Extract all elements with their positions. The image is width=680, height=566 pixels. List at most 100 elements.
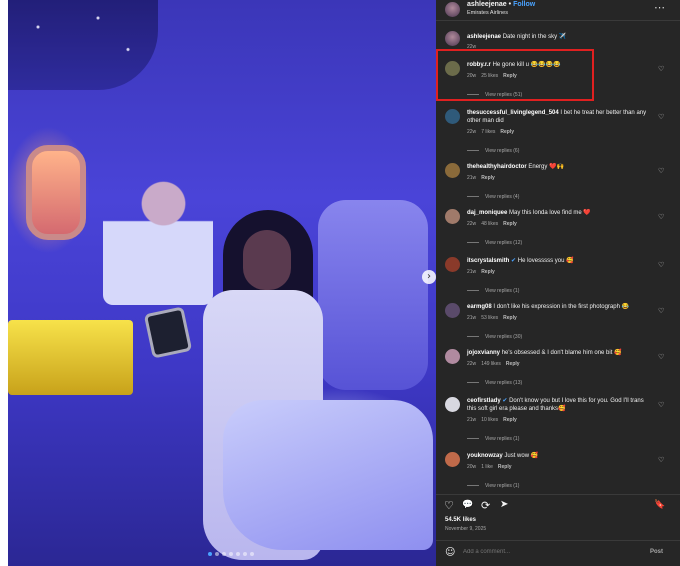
commenter-username[interactable]: jojoxvianny — [467, 350, 500, 356]
caption-avatar[interactable] — [445, 31, 460, 46]
carousel-dot — [236, 552, 240, 556]
carousel-dot — [250, 552, 254, 556]
comment-meta: 22w 48 likes Reply — [467, 221, 522, 227]
separator-dot: • — [508, 1, 512, 8]
carousel-dot — [243, 552, 247, 556]
commenter-avatar[interactable] — [445, 163, 460, 178]
caption-username[interactable]: ashleejenae — [467, 34, 501, 40]
commenter-username[interactable]: thesuccessful_livinglegend_504 — [467, 110, 559, 116]
reply-button[interactable]: Reply — [506, 361, 520, 367]
caption-body: Date night in the sky ✈️ — [502, 34, 567, 40]
carousel-dot — [222, 552, 226, 556]
commenter-avatar[interactable] — [445, 397, 460, 412]
comment-text: thehealthyhairdoctor Energy ❤️🙌 — [467, 163, 652, 171]
commenter-avatar[interactable] — [445, 257, 460, 272]
commenter-avatar[interactable] — [445, 452, 460, 467]
comment-like-icon[interactable]: ♡ — [658, 113, 664, 121]
commenter-username[interactable]: ceofirstlady — [467, 398, 501, 404]
reply-button[interactable]: Reply — [503, 315, 517, 321]
comment-text: jojoxvianny he's obsessed & I don't blam… — [467, 349, 652, 357]
share-icon[interactable]: ➤ — [500, 499, 508, 510]
pillow — [223, 400, 433, 550]
comment-age: 21w — [467, 175, 477, 181]
view-replies-label: View replies (12) — [485, 240, 523, 246]
commenter-username[interactable]: itscrystalsmith — [467, 258, 509, 264]
verified-badge-icon: ✔ — [511, 257, 517, 264]
post-date: November 9, 2025 — [445, 526, 487, 532]
carousel-next-icon[interactable]: › — [422, 270, 436, 284]
commenter-username[interactable]: youknowzay — [467, 453, 503, 459]
view-replies-label: View replies (1) — [485, 436, 520, 442]
comment-age: 21w — [467, 269, 477, 275]
add-comment-input[interactable] — [463, 549, 633, 555]
author-username[interactable]: ashleejenae — [467, 1, 507, 8]
comment-body: May this londa love find me ❤️ — [509, 210, 591, 216]
comment-text: earmg08 I don't like his expression in t… — [467, 303, 652, 311]
comment-age: 22w — [467, 361, 477, 367]
comment-meta: 21w Reply — [467, 269, 500, 275]
comment-like-icon[interactable]: ♡ — [658, 353, 664, 361]
comment-meta: 22w 149 likes Reply — [467, 361, 525, 367]
comment-likes[interactable]: 10 likes — [481, 417, 498, 423]
view-replies-link[interactable]: View replies (30) — [467, 334, 522, 340]
emoji-icon[interactable]: ☺ — [445, 547, 455, 558]
post-photo[interactable]: › — [8, 0, 436, 566]
view-replies-link[interactable]: View replies (1) — [467, 483, 519, 489]
view-replies-label: View replies (6) — [485, 148, 520, 154]
replies-line — [467, 242, 479, 244]
comment-like-icon[interactable]: ♡ — [658, 261, 664, 269]
follow-button[interactable]: Follow — [513, 1, 535, 8]
carousel-dot — [215, 552, 219, 556]
author-avatar[interactable] — [445, 2, 460, 17]
view-replies-link[interactable]: View replies (12) — [467, 240, 522, 246]
repost-icon[interactable]: ⟳ — [481, 499, 490, 512]
more-options-icon[interactable]: ⋯ — [654, 1, 665, 14]
location-label[interactable]: Emirates Airlines — [467, 10, 508, 16]
replies-line — [467, 382, 479, 384]
comment-like-icon[interactable]: ♡ — [658, 167, 664, 175]
view-replies-link[interactable]: View replies (1) — [467, 288, 519, 294]
comment-body: he's obsessed & I don't blame him one bi… — [501, 350, 622, 356]
comment-age: 20w — [467, 464, 477, 470]
view-replies-link[interactable]: View replies (6) — [467, 148, 519, 154]
comment-like-icon[interactable]: ♡ — [658, 65, 664, 73]
commenter-username[interactable]: thehealthyhairdoctor — [467, 164, 527, 170]
comment-like-icon[interactable]: ♡ — [658, 307, 664, 315]
comment-like-icon[interactable]: ♡ — [658, 213, 664, 221]
commenter-avatar[interactable] — [445, 303, 460, 318]
reply-button[interactable]: Reply — [503, 417, 517, 423]
reply-button[interactable]: Reply — [500, 129, 514, 135]
view-replies-link[interactable]: View replies (13) — [467, 380, 522, 386]
view-replies-label: View replies (13) — [485, 380, 523, 386]
reply-button[interactable]: Reply — [481, 175, 495, 181]
commenter-username[interactable]: earmg08 — [467, 304, 492, 310]
comment-text: youknowzay Just wow 🥰 — [467, 452, 652, 460]
lit-bar-cabinet — [8, 320, 133, 395]
comment-likes[interactable]: 53 likes — [481, 315, 498, 321]
commenter-avatar[interactable] — [445, 109, 460, 124]
comment-icon[interactable]: 💬 — [462, 500, 473, 510]
comment-likes[interactable]: 1 like — [481, 464, 493, 470]
comment-like-icon[interactable]: ♡ — [658, 401, 664, 409]
reply-button[interactable]: Reply — [503, 221, 517, 227]
reply-button[interactable]: Reply — [498, 464, 512, 470]
like-icon[interactable]: ♡ — [444, 499, 454, 512]
save-icon[interactable]: 🔖 — [654, 500, 665, 510]
likes-count[interactable]: 54.5K likes — [445, 517, 476, 523]
view-replies-label: View replies (1) — [485, 288, 520, 294]
reply-button[interactable]: Reply — [481, 269, 495, 275]
commenter-avatar[interactable] — [445, 209, 460, 224]
commenter-avatar[interactable] — [445, 349, 460, 364]
view-replies-link[interactable]: View replies (4) — [467, 194, 519, 200]
comment-likes[interactable]: 149 likes — [481, 361, 501, 367]
add-comment-row: ☺ Post — [436, 540, 680, 566]
commenter-username[interactable]: daj_moniquee — [467, 210, 507, 216]
comment-likes[interactable]: 48 likes — [481, 221, 498, 227]
highlight-box — [436, 49, 594, 101]
comment-text: daj_moniquee May this londa love find me… — [467, 209, 652, 217]
post-button[interactable]: Post — [650, 549, 663, 555]
comment-body: Energy ❤️🙌 — [528, 164, 564, 170]
view-replies-link[interactable]: View replies (1) — [467, 436, 519, 442]
comment-like-icon[interactable]: ♡ — [658, 456, 664, 464]
comment-likes[interactable]: 7 likes — [481, 129, 495, 135]
